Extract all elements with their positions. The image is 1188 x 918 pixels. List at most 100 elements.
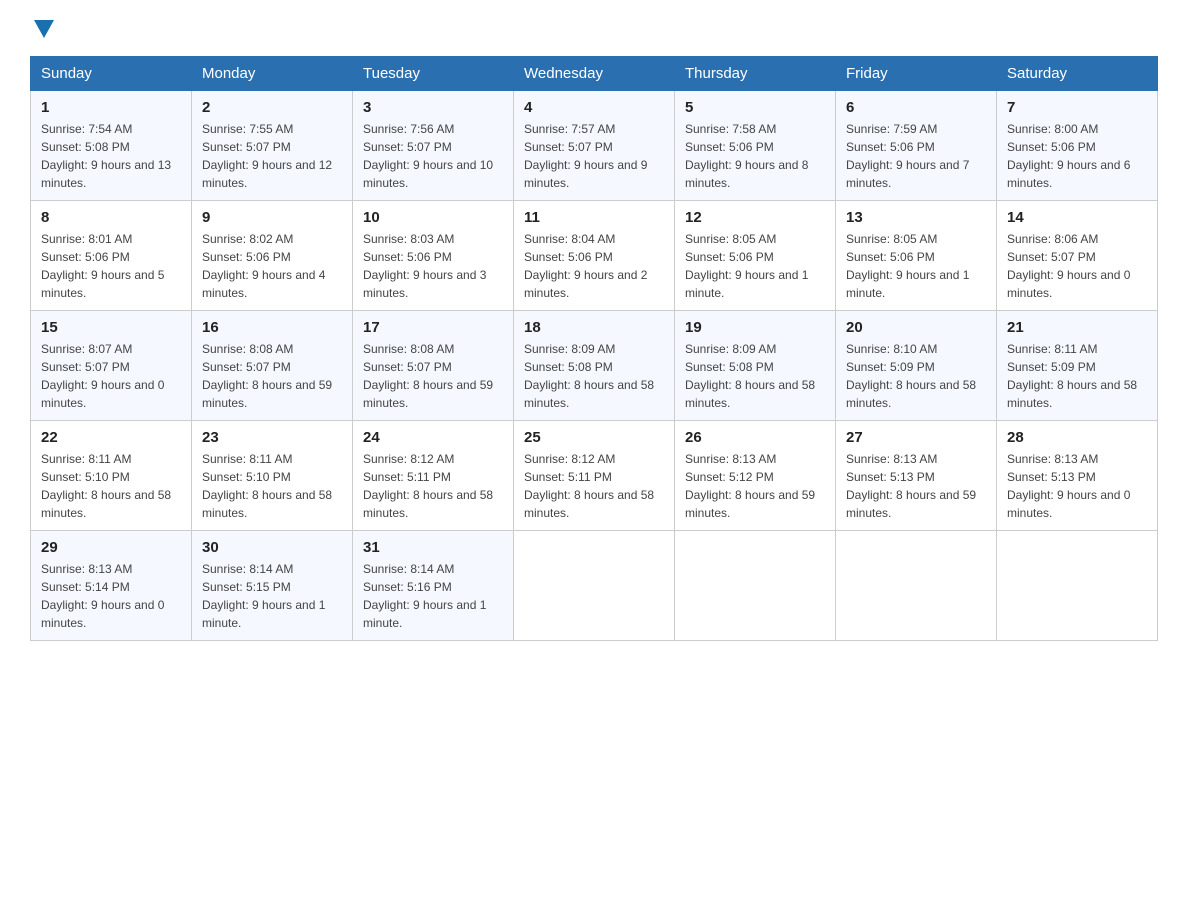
calendar-week-row: 29 Sunrise: 8:13 AMSunset: 5:14 PMDaylig… bbox=[31, 531, 1158, 641]
day-info: Sunrise: 8:13 AMSunset: 5:12 PMDaylight:… bbox=[685, 452, 815, 520]
day-info: Sunrise: 8:13 AMSunset: 5:13 PMDaylight:… bbox=[846, 452, 976, 520]
calendar-cell: 7 Sunrise: 8:00 AMSunset: 5:06 PMDayligh… bbox=[997, 91, 1158, 201]
day-info: Sunrise: 8:06 AMSunset: 5:07 PMDaylight:… bbox=[1007, 232, 1130, 300]
calendar-table: SundayMondayTuesdayWednesdayThursdayFrid… bbox=[30, 56, 1158, 641]
calendar-cell: 31 Sunrise: 8:14 AMSunset: 5:16 PMDaylig… bbox=[353, 531, 514, 641]
calendar-cell: 28 Sunrise: 8:13 AMSunset: 5:13 PMDaylig… bbox=[997, 421, 1158, 531]
calendar-cell: 30 Sunrise: 8:14 AMSunset: 5:15 PMDaylig… bbox=[192, 531, 353, 641]
day-info: Sunrise: 7:54 AMSunset: 5:08 PMDaylight:… bbox=[41, 122, 171, 190]
calendar-cell: 19 Sunrise: 8:09 AMSunset: 5:08 PMDaylig… bbox=[675, 311, 836, 421]
calendar-week-row: 8 Sunrise: 8:01 AMSunset: 5:06 PMDayligh… bbox=[31, 201, 1158, 311]
calendar-cell: 20 Sunrise: 8:10 AMSunset: 5:09 PMDaylig… bbox=[836, 311, 997, 421]
calendar-cell bbox=[836, 531, 997, 641]
day-number: 18 bbox=[524, 319, 664, 336]
day-info: Sunrise: 8:11 AMSunset: 5:10 PMDaylight:… bbox=[41, 452, 171, 520]
calendar-cell: 13 Sunrise: 8:05 AMSunset: 5:06 PMDaylig… bbox=[836, 201, 997, 311]
calendar-cell: 24 Sunrise: 8:12 AMSunset: 5:11 PMDaylig… bbox=[353, 421, 514, 531]
day-number: 21 bbox=[1007, 319, 1147, 336]
day-info: Sunrise: 8:13 AMSunset: 5:14 PMDaylight:… bbox=[41, 562, 164, 630]
day-info: Sunrise: 8:08 AMSunset: 5:07 PMDaylight:… bbox=[363, 342, 493, 410]
day-number: 22 bbox=[41, 429, 181, 446]
day-number: 14 bbox=[1007, 209, 1147, 226]
calendar-cell: 8 Sunrise: 8:01 AMSunset: 5:06 PMDayligh… bbox=[31, 201, 192, 311]
day-number: 20 bbox=[846, 319, 986, 336]
day-info: Sunrise: 8:11 AMSunset: 5:09 PMDaylight:… bbox=[1007, 342, 1137, 410]
calendar-cell: 25 Sunrise: 8:12 AMSunset: 5:11 PMDaylig… bbox=[514, 421, 675, 531]
day-number: 17 bbox=[363, 319, 503, 336]
day-number: 5 bbox=[685, 99, 825, 116]
calendar-cell: 11 Sunrise: 8:04 AMSunset: 5:06 PMDaylig… bbox=[514, 201, 675, 311]
day-info: Sunrise: 8:03 AMSunset: 5:06 PMDaylight:… bbox=[363, 232, 486, 300]
day-number: 16 bbox=[202, 319, 342, 336]
day-number: 12 bbox=[685, 209, 825, 226]
day-number: 6 bbox=[846, 99, 986, 116]
day-info: Sunrise: 8:01 AMSunset: 5:06 PMDaylight:… bbox=[41, 232, 164, 300]
day-info: Sunrise: 7:56 AMSunset: 5:07 PMDaylight:… bbox=[363, 122, 493, 190]
col-header-monday: Monday bbox=[192, 57, 353, 91]
day-info: Sunrise: 8:12 AMSunset: 5:11 PMDaylight:… bbox=[363, 452, 493, 520]
logo-triangle-icon bbox=[34, 20, 54, 38]
col-header-sunday: Sunday bbox=[31, 57, 192, 91]
calendar-header-row: SundayMondayTuesdayWednesdayThursdayFrid… bbox=[31, 57, 1158, 91]
day-number: 2 bbox=[202, 99, 342, 116]
day-number: 4 bbox=[524, 99, 664, 116]
calendar-cell: 3 Sunrise: 7:56 AMSunset: 5:07 PMDayligh… bbox=[353, 91, 514, 201]
calendar-cell: 22 Sunrise: 8:11 AMSunset: 5:10 PMDaylig… bbox=[31, 421, 192, 531]
day-info: Sunrise: 8:09 AMSunset: 5:08 PMDaylight:… bbox=[524, 342, 654, 410]
calendar-cell bbox=[997, 531, 1158, 641]
calendar-week-row: 15 Sunrise: 8:07 AMSunset: 5:07 PMDaylig… bbox=[31, 311, 1158, 421]
calendar-cell: 10 Sunrise: 8:03 AMSunset: 5:06 PMDaylig… bbox=[353, 201, 514, 311]
calendar-cell: 21 Sunrise: 8:11 AMSunset: 5:09 PMDaylig… bbox=[997, 311, 1158, 421]
day-number: 10 bbox=[363, 209, 503, 226]
day-number: 25 bbox=[524, 429, 664, 446]
day-number: 1 bbox=[41, 99, 181, 116]
day-info: Sunrise: 8:04 AMSunset: 5:06 PMDaylight:… bbox=[524, 232, 647, 300]
calendar-cell: 27 Sunrise: 8:13 AMSunset: 5:13 PMDaylig… bbox=[836, 421, 997, 531]
col-header-saturday: Saturday bbox=[997, 57, 1158, 91]
logo-blue-text bbox=[30, 20, 54, 38]
calendar-cell: 1 Sunrise: 7:54 AMSunset: 5:08 PMDayligh… bbox=[31, 91, 192, 201]
day-number: 26 bbox=[685, 429, 825, 446]
calendar-cell: 9 Sunrise: 8:02 AMSunset: 5:06 PMDayligh… bbox=[192, 201, 353, 311]
day-info: Sunrise: 7:59 AMSunset: 5:06 PMDaylight:… bbox=[846, 122, 969, 190]
day-number: 28 bbox=[1007, 429, 1147, 446]
day-info: Sunrise: 8:07 AMSunset: 5:07 PMDaylight:… bbox=[41, 342, 164, 410]
day-info: Sunrise: 7:55 AMSunset: 5:07 PMDaylight:… bbox=[202, 122, 332, 190]
day-info: Sunrise: 8:09 AMSunset: 5:08 PMDaylight:… bbox=[685, 342, 815, 410]
day-number: 7 bbox=[1007, 99, 1147, 116]
day-info: Sunrise: 8:10 AMSunset: 5:09 PMDaylight:… bbox=[846, 342, 976, 410]
logo bbox=[30, 20, 54, 38]
day-info: Sunrise: 8:00 AMSunset: 5:06 PMDaylight:… bbox=[1007, 122, 1130, 190]
col-header-friday: Friday bbox=[836, 57, 997, 91]
day-number: 9 bbox=[202, 209, 342, 226]
calendar-cell: 12 Sunrise: 8:05 AMSunset: 5:06 PMDaylig… bbox=[675, 201, 836, 311]
day-info: Sunrise: 8:13 AMSunset: 5:13 PMDaylight:… bbox=[1007, 452, 1130, 520]
day-info: Sunrise: 7:57 AMSunset: 5:07 PMDaylight:… bbox=[524, 122, 647, 190]
day-number: 15 bbox=[41, 319, 181, 336]
day-number: 11 bbox=[524, 209, 664, 226]
day-info: Sunrise: 8:14 AMSunset: 5:16 PMDaylight:… bbox=[363, 562, 486, 630]
calendar-cell: 6 Sunrise: 7:59 AMSunset: 5:06 PMDayligh… bbox=[836, 91, 997, 201]
day-info: Sunrise: 7:58 AMSunset: 5:06 PMDaylight:… bbox=[685, 122, 808, 190]
day-number: 29 bbox=[41, 539, 181, 556]
day-info: Sunrise: 8:02 AMSunset: 5:06 PMDaylight:… bbox=[202, 232, 325, 300]
col-header-wednesday: Wednesday bbox=[514, 57, 675, 91]
day-info: Sunrise: 8:14 AMSunset: 5:15 PMDaylight:… bbox=[202, 562, 325, 630]
calendar-cell: 29 Sunrise: 8:13 AMSunset: 5:14 PMDaylig… bbox=[31, 531, 192, 641]
day-number: 24 bbox=[363, 429, 503, 446]
day-number: 31 bbox=[363, 539, 503, 556]
calendar-cell bbox=[675, 531, 836, 641]
calendar-cell: 4 Sunrise: 7:57 AMSunset: 5:07 PMDayligh… bbox=[514, 91, 675, 201]
calendar-week-row: 1 Sunrise: 7:54 AMSunset: 5:08 PMDayligh… bbox=[31, 91, 1158, 201]
calendar-week-row: 22 Sunrise: 8:11 AMSunset: 5:10 PMDaylig… bbox=[31, 421, 1158, 531]
calendar-cell: 17 Sunrise: 8:08 AMSunset: 5:07 PMDaylig… bbox=[353, 311, 514, 421]
day-info: Sunrise: 8:08 AMSunset: 5:07 PMDaylight:… bbox=[202, 342, 332, 410]
day-number: 30 bbox=[202, 539, 342, 556]
day-number: 8 bbox=[41, 209, 181, 226]
page-header bbox=[30, 20, 1158, 38]
calendar-cell: 5 Sunrise: 7:58 AMSunset: 5:06 PMDayligh… bbox=[675, 91, 836, 201]
day-number: 19 bbox=[685, 319, 825, 336]
calendar-cell: 18 Sunrise: 8:09 AMSunset: 5:08 PMDaylig… bbox=[514, 311, 675, 421]
calendar-cell: 15 Sunrise: 8:07 AMSunset: 5:07 PMDaylig… bbox=[31, 311, 192, 421]
day-info: Sunrise: 8:11 AMSunset: 5:10 PMDaylight:… bbox=[202, 452, 332, 520]
